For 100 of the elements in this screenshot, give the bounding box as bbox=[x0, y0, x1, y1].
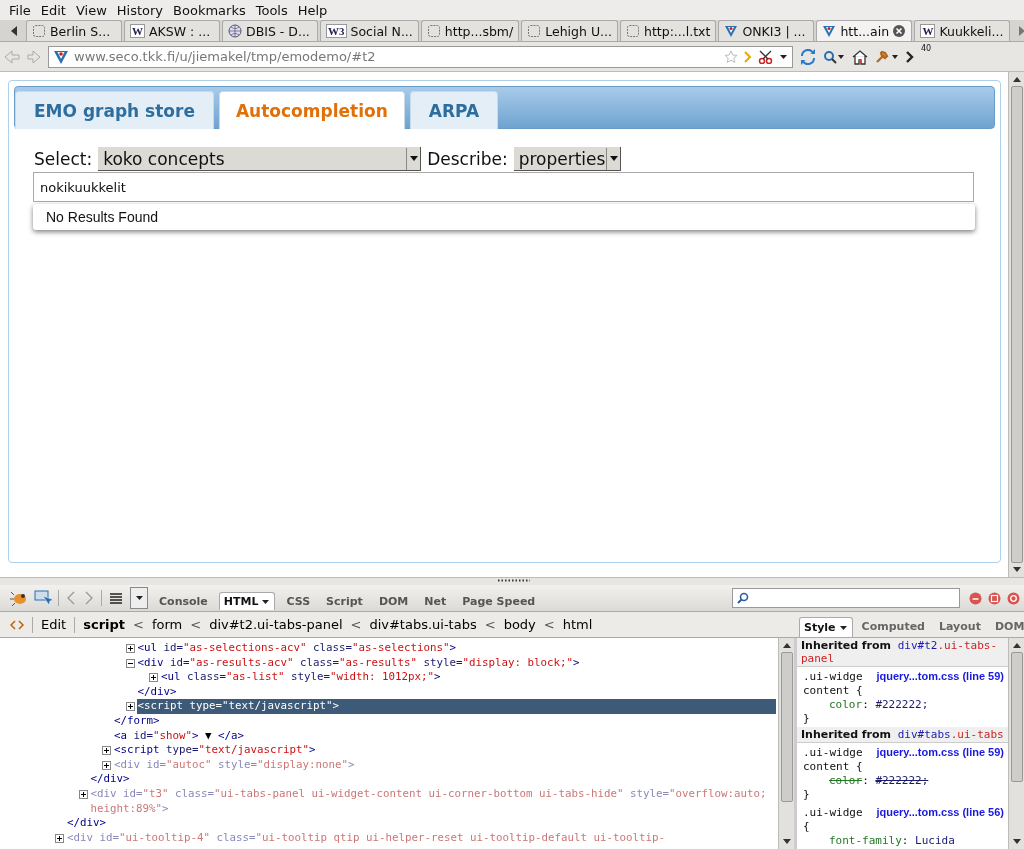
list-icon[interactable] bbox=[108, 591, 124, 605]
css-selector: content { bbox=[803, 684, 864, 698]
close-icon[interactable] bbox=[1007, 591, 1020, 605]
bug-icon[interactable] bbox=[10, 590, 28, 606]
edit-button[interactable]: Edit bbox=[41, 617, 67, 632]
caret-icon[interactable] bbox=[779, 52, 788, 61]
html-node[interactable]: <ul class="as-list" style="width: 1012px;"> bbox=[160, 670, 776, 685]
dropdown[interactable]: koko concepts bbox=[98, 147, 422, 171]
browser-tab[interactable]: W AKSW : ... bbox=[124, 20, 220, 41]
menu-item[interactable]: Edit bbox=[35, 2, 71, 18]
inspect-icon[interactable] bbox=[34, 590, 52, 606]
minimize-icon[interactable] bbox=[969, 591, 982, 605]
panel-tab[interactable]: HTML bbox=[218, 592, 276, 610]
dropdown[interactable]: properties bbox=[513, 147, 621, 171]
menu-item[interactable]: Tools bbox=[250, 2, 293, 18]
closing-tag: </form> bbox=[113, 713, 776, 729]
wrench-icon[interactable] bbox=[875, 48, 899, 65]
css-selector: .ui-widge bbox=[803, 806, 863, 820]
html-node[interactable]: <ul id="as-selections-acv" class="as-selections"> bbox=[136, 641, 776, 656]
breadcrumb-item[interactable]: body bbox=[503, 617, 536, 632]
closing-tag: </div> bbox=[66, 816, 776, 831]
address-field[interactable]: www.seco.tkk.fi/u/jiemakel/tmp/emodemo/#t2 bbox=[48, 45, 793, 68]
browser-tab[interactable]: DBIS - D... bbox=[222, 20, 318, 41]
expand-icon[interactable] bbox=[78, 789, 88, 799]
resize-grip-icon[interactable] bbox=[498, 579, 530, 582]
expand-icon[interactable] bbox=[102, 746, 111, 756]
scrollbar[interactable] bbox=[1008, 72, 1024, 577]
scrollbar-thumb[interactable] bbox=[1010, 652, 1023, 782]
reload-icon[interactable] bbox=[800, 48, 816, 65]
overflow-chevron-icon[interactable] bbox=[906, 50, 914, 63]
browser-tab[interactable]: Lehigh U... bbox=[521, 20, 618, 41]
side-panel-tab[interactable]: Computed bbox=[856, 616, 930, 637]
browser-tab[interactable]: htt...ain bbox=[816, 20, 913, 41]
scroll-right-icon[interactable] bbox=[1018, 25, 1024, 36]
scroll-down-icon[interactable] bbox=[1011, 566, 1022, 574]
collapse-icon[interactable] bbox=[125, 658, 135, 668]
html-node[interactable]: <a id="show"> ▼ </a> bbox=[113, 728, 776, 744]
markup-icon[interactable] bbox=[10, 618, 24, 631]
panel-tab[interactable]: Console bbox=[154, 591, 213, 611]
scroll-up-icon[interactable] bbox=[781, 641, 792, 649]
panel-tab[interactable]: Script bbox=[321, 591, 368, 611]
expand-icon[interactable] bbox=[149, 673, 158, 683]
browser-tab[interactable]: ONKI3 | ... bbox=[718, 20, 815, 41]
scroll-down-icon[interactable] bbox=[781, 838, 792, 846]
home-icon[interactable] bbox=[852, 48, 868, 65]
breadcrumb-item[interactable]: form bbox=[151, 617, 183, 632]
expand-icon[interactable] bbox=[125, 702, 135, 712]
scrollbar[interactable] bbox=[778, 638, 794, 849]
scroll-down-icon[interactable] bbox=[1011, 838, 1022, 846]
browser-tab[interactable]: W Kuukkeli... bbox=[914, 20, 1011, 41]
breadcrumb-item[interactable]: html bbox=[562, 617, 593, 632]
scrollbar-thumb[interactable] bbox=[780, 652, 793, 802]
panel-tab[interactable]: Net bbox=[419, 591, 452, 611]
scroll-up-icon[interactable] bbox=[1011, 641, 1022, 649]
expand-icon[interactable] bbox=[55, 833, 64, 843]
html-node[interactable]: <script type="text/javascript"> bbox=[136, 699, 776, 714]
expand-icon[interactable] bbox=[102, 760, 111, 770]
menu-item[interactable]: View bbox=[70, 2, 112, 18]
scroll-up-icon[interactable] bbox=[1011, 75, 1022, 83]
detach-icon[interactable] bbox=[988, 591, 1001, 605]
source-link[interactable]: jquery...tom.css (line 59) bbox=[876, 746, 1004, 760]
html-node[interactable]: <div id="t3" class="ui-tabs-panel ui-widget-content ui-corner-bottom ui-tabs-hide" style="overflow:auto; height:89%"> bbox=[89, 786, 776, 817]
close-icon[interactable] bbox=[893, 25, 906, 37]
source-link[interactable]: jquery...tom.css (line 56) bbox=[876, 806, 1004, 820]
panel-tab[interactable]: CSS bbox=[281, 591, 316, 611]
star-icon[interactable] bbox=[724, 49, 738, 64]
brace: } bbox=[803, 712, 811, 726]
expand-icon[interactable] bbox=[125, 644, 135, 653]
tab[interactable]: ARPA bbox=[409, 91, 499, 129]
html-node[interactable]: <div id="ui-tooltip-4" class="ui-tooltip qtip ui-helper-reset ui-tooltip-default ui-tooltip- bbox=[66, 830, 776, 846]
html-node[interactable]: <div id="as-results-acv" class="as-results" style="display: block;"> bbox=[136, 655, 776, 671]
browser-tab[interactable]: W3 Social N... bbox=[320, 20, 419, 41]
source-link[interactable]: jquery...tom.css (line 59) bbox=[876, 670, 1004, 684]
side-panel-tab[interactable]: Style bbox=[799, 617, 853, 637]
search-field[interactable]: nokikuukkelit bbox=[33, 172, 974, 202]
browser-tab[interactable]: Berlin S... bbox=[26, 20, 122, 41]
search-field[interactable] bbox=[732, 588, 960, 608]
menu-item[interactable]: File bbox=[4, 2, 36, 18]
html-node[interactable]: <script type="text/javascript"> bbox=[113, 743, 776, 758]
menu-item[interactable]: History bbox=[111, 2, 169, 18]
scrollbar[interactable] bbox=[1008, 638, 1024, 849]
browser-tab[interactable]: http:...l.txt bbox=[619, 20, 717, 41]
menu-item[interactable]: Help bbox=[292, 2, 333, 18]
scrollbar-thumb[interactable] bbox=[1010, 86, 1023, 563]
html-node[interactable]: <div id="autoc" style="display:none"> bbox=[113, 757, 776, 773]
css-selector: content { bbox=[803, 760, 864, 774]
menu-item[interactable]: Bookmarks bbox=[168, 2, 251, 18]
browser-tab[interactable]: http...sbm/ bbox=[420, 20, 520, 41]
dropdown-button[interactable] bbox=[130, 587, 148, 609]
scissors-icon[interactable] bbox=[758, 49, 774, 64]
breadcrumb-item[interactable]: script bbox=[83, 617, 126, 632]
search-icon[interactable] bbox=[823, 49, 845, 64]
breadcrumb-item[interactable]: div#tabs.ui-tabs bbox=[369, 617, 477, 632]
panel-tab[interactable]: DOM bbox=[373, 591, 414, 611]
tab[interactable]: EMO graph store bbox=[15, 91, 214, 129]
panel-tab[interactable]: Page Speed bbox=[457, 591, 541, 611]
side-panel-tab[interactable]: DOM bbox=[989, 616, 1024, 637]
scroll-left-icon[interactable] bbox=[10, 25, 18, 36]
side-panel-tab[interactable]: Layout bbox=[934, 616, 986, 637]
breadcrumb-item[interactable]: div#t2.ui-tabs-panel bbox=[209, 617, 343, 632]
